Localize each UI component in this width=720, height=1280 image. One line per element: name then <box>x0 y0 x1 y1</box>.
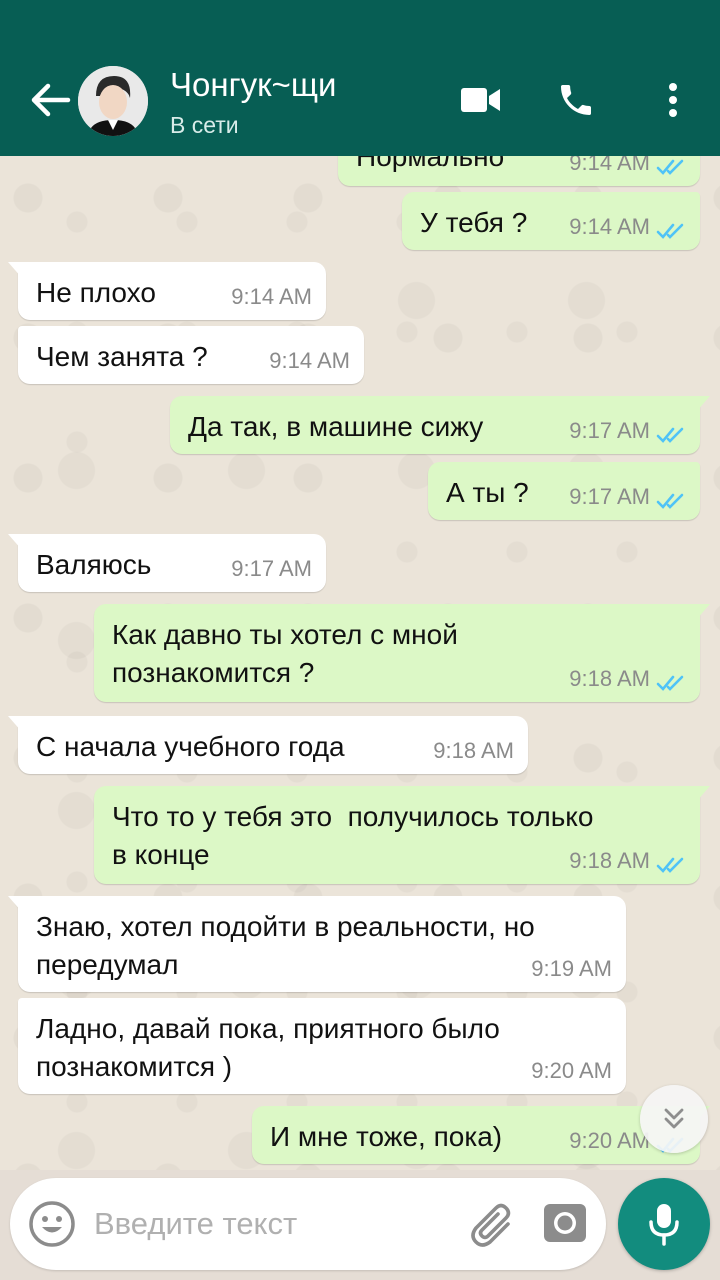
emoji-button[interactable] <box>28 1200 76 1248</box>
message-input[interactable] <box>94 1198 424 1250</box>
message-text: Валяюсь <box>36 549 152 580</box>
camera-button[interactable] <box>542 1200 588 1246</box>
chat-header: Чонгук~щи В сети <box>0 0 720 156</box>
message-text: Не плохо <box>36 277 156 308</box>
video-call-icon <box>461 88 500 112</box>
contact-name[interactable]: Чонгук~щи <box>170 66 336 104</box>
message-bubble-outgoing[interactable]: Нормально 9:14 AM <box>338 156 700 186</box>
double-chevron-down-icon <box>664 1108 684 1129</box>
message-bubble-outgoing[interactable]: Что то у тебя это получилось только в ко… <box>94 786 710 884</box>
message-bubble-incoming[interactable]: Чем занята ? 9:14 AM <box>18 326 364 384</box>
read-receipt-icon <box>656 427 684 443</box>
message-time: 9:18 AM <box>569 666 650 691</box>
message-bubble-incoming[interactable]: Ладно, давай пока, приятного было познак… <box>18 998 626 1094</box>
paperclip-icon <box>471 1203 511 1247</box>
message-bubble-incoming[interactable]: Знаю, хотел подойти в реальности, но пер… <box>8 896 626 992</box>
message-bubble-incoming[interactable]: С начала учебного года 9:18 AM <box>8 716 528 774</box>
message-text: Что то у тебя это получилось только в ко… <box>112 801 594 870</box>
video-call-button[interactable] <box>458 78 504 122</box>
message-time: 9:14 AM <box>569 214 650 239</box>
message-text: Как давно ты хотел с мной познакомится ? <box>112 619 458 688</box>
message-time: 9:20 AM <box>569 1128 650 1153</box>
message-text: Знаю, хотел подойти в реальности, но пер… <box>36 911 535 980</box>
message-text: Да так, в машине сижу <box>188 411 484 442</box>
message-text: Ладно, давай пока, приятного было познак… <box>36 1013 500 1082</box>
message-bubble-outgoing[interactable]: А ты ? 9:17 AM <box>428 462 700 520</box>
message-time: 9:17 AM <box>231 556 312 581</box>
message-bubble-incoming[interactable]: Валяюсь 9:17 AM <box>8 534 326 592</box>
voice-call-button[interactable] <box>553 78 599 122</box>
mic-icon <box>649 1204 679 1246</box>
message-bubble-outgoing[interactable]: И мне тоже, пока) 9:20 AM <box>252 1106 710 1164</box>
read-receipt-icon <box>656 159 684 175</box>
message-time: 9:19 AM <box>531 956 612 981</box>
message-text: А ты ? <box>446 477 529 508</box>
emoji-icon <box>29 1201 75 1247</box>
attach-button[interactable] <box>468 1198 518 1250</box>
message-time: 9:17 AM <box>569 484 650 509</box>
read-receipt-icon <box>656 493 684 509</box>
message-time: 9:20 AM <box>531 1058 612 1083</box>
message-list[interactable]: Нормально 9:14 AM У тебя ? 9:14 AM Не пл… <box>0 156 720 1170</box>
message-bubble-outgoing[interactable]: Как давно ты хотел с мной познакомится ?… <box>94 604 710 702</box>
message-text: Нормально <box>356 156 505 172</box>
message-text: И мне тоже, пока) <box>270 1121 503 1152</box>
read-receipt-icon <box>656 223 684 239</box>
voice-record-button[interactable] <box>618 1178 710 1270</box>
message-text: С начала учебного года <box>36 731 345 762</box>
message-time: 9:17 AM <box>569 418 650 443</box>
back-arrow-icon <box>31 83 71 117</box>
more-vert-icon <box>669 83 677 117</box>
message-text: Чем занята ? <box>36 341 208 372</box>
camera-icon <box>544 1204 586 1242</box>
message-time: 9:14 AM <box>231 284 312 309</box>
message-bubble-outgoing[interactable]: Да так, в машине сижу 9:17 AM <box>170 396 710 454</box>
scroll-to-bottom-button[interactable] <box>640 1085 708 1153</box>
avatar[interactable] <box>78 66 148 136</box>
message-time: 9:14 AM <box>569 156 650 175</box>
message-time: 9:14 AM <box>269 348 350 373</box>
message-composer <box>10 1178 606 1270</box>
message-text: У тебя ? <box>420 207 528 238</box>
message-time: 9:18 AM <box>433 738 514 763</box>
back-button[interactable] <box>28 80 72 120</box>
message-bubble-incoming[interactable]: Не плохо 9:14 AM <box>8 262 326 320</box>
read-receipt-icon <box>656 675 684 691</box>
phone-icon <box>561 85 591 115</box>
message-time: 9:18 AM <box>569 848 650 873</box>
read-receipt-icon <box>656 857 684 873</box>
contact-status: В сети <box>170 112 239 138</box>
more-options-button[interactable] <box>650 78 696 122</box>
message-bubble-outgoing[interactable]: У тебя ? 9:14 AM <box>402 192 700 250</box>
